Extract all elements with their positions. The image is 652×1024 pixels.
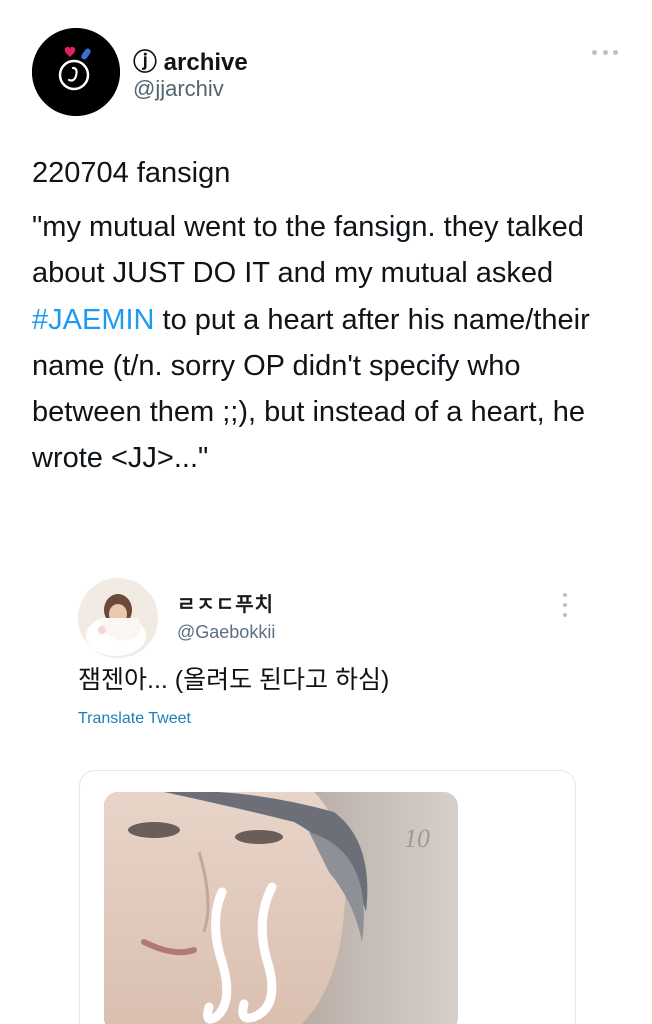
author-handle[interactable]: @jjarchiv [133, 76, 224, 102]
more-vertical-icon[interactable] [560, 593, 570, 617]
quoted-author-avatar[interactable] [78, 578, 158, 658]
photocard-image: 10 JJ [104, 792, 458, 1024]
avatar-logo-icon [32, 28, 120, 116]
tweet-text-part1: "my mutual went to the fansign. they tal… [32, 211, 584, 290]
tweet-date-line: 220704 fansign [32, 157, 231, 189]
tweet-header: ⓙ archive @jjarchiv [0, 0, 652, 130]
translate-tweet-link[interactable]: Translate Tweet [78, 710, 191, 728]
hashtag-link[interactable]: #JAEMIN [32, 304, 154, 336]
more-horizontal-icon[interactable] [592, 45, 618, 59]
media-photo[interactable]: 10 JJ [104, 792, 458, 1024]
quoted-tweet-text: 잼젠아... (올려도 된다고 하심) [78, 666, 390, 694]
tweet-body: 220704 fansign "my mutual went to the fa… [32, 150, 632, 482]
author-avatar[interactable] [32, 28, 120, 116]
quoted-author-name[interactable]: ㄹㅈㄷ푸치 [177, 588, 274, 617]
tweet-text: "my mutual went to the fansign. they tal… [32, 204, 632, 482]
author-name[interactable]: ⓙ archive [133, 42, 248, 77]
photocard-number: 10 [404, 824, 430, 853]
avatar-photo [78, 578, 158, 658]
quoted-author-handle[interactable]: @Gaebokkii [177, 622, 275, 643]
